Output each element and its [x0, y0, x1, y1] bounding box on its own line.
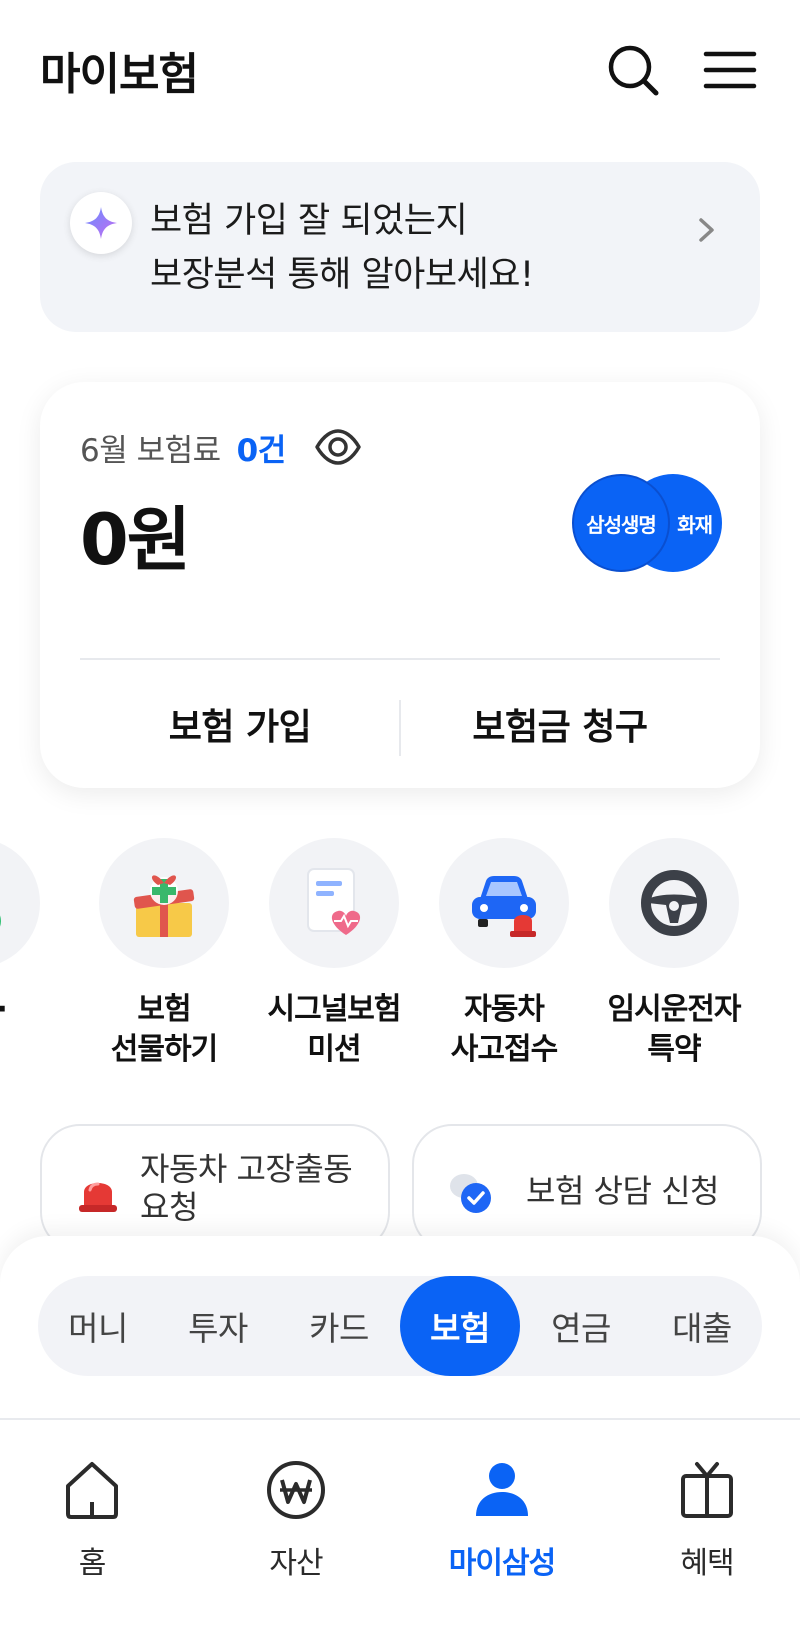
nav-label: 자산: [269, 1546, 323, 1581]
gift-box-icon: [99, 838, 229, 968]
category-sheet: 머니 투자 카드 보험 연금 대출: [0, 1236, 800, 1418]
tab-money[interactable]: 머니: [38, 1276, 158, 1376]
quick-menu-label: 자동차 사고접수: [450, 992, 558, 1067]
car-breakdown-request-button[interactable]: 자동차 고장출동 요청: [40, 1124, 390, 1252]
contract-count: 0건: [236, 432, 287, 469]
won-coin-icon: [267, 1461, 325, 1519]
sparkle-icon: [70, 192, 132, 254]
tab-card[interactable]: 카드: [279, 1276, 399, 1376]
eye-icon[interactable]: [314, 427, 362, 467]
premium-amount: 0원: [80, 499, 191, 581]
quick-menu-label: 이체·관리: [0, 990, 70, 1070]
person-icon: [476, 1463, 528, 1516]
nav-home[interactable]: 홈: [0, 1458, 192, 1588]
quick-menu: 이체·관리 보험선물하기 시그널보험미션 자동차사고접수 임시운전자특약: [0, 838, 800, 1078]
quick-menu-label: 보험 선물하기: [110, 992, 218, 1067]
insurer-logos: 화재 삼성생명: [572, 474, 722, 572]
car-siren-icon: [439, 838, 569, 968]
siren-icon: [79, 1182, 117, 1212]
nav-label: 홈: [78, 1546, 107, 1581]
nav-label: 마이삼성: [448, 1546, 556, 1581]
insurer-logo: 삼성생명: [572, 474, 670, 572]
nav-label: 혜택: [680, 1546, 734, 1581]
premium-label: 6월 보험료: [80, 432, 221, 469]
quick-menu-item[interactable]: 이체·관리: [0, 838, 60, 1078]
bottom-nav: 홈 자산 마이삼성 혜택: [0, 1418, 800, 1628]
app-header: 마이보험: [0, 0, 800, 140]
banner-text: 보험 가입 잘 되었는지 보장분석 통해 알아보세요!: [150, 194, 534, 302]
quick-menu-label: 임시운전자 특약: [607, 992, 742, 1067]
shortcut-label: 보험 상담 신청: [526, 1172, 719, 1210]
nav-assets[interactable]: 자산: [196, 1458, 396, 1588]
nav-benefits[interactable]: 혜택: [607, 1458, 800, 1588]
shortcut-label: 자동차 고장출동 요청: [140, 1150, 353, 1226]
tab-insurance[interactable]: 보험: [400, 1276, 520, 1376]
banner-line-1: 보험 가입 잘 되었는지: [150, 201, 468, 241]
chevron-right-icon: [699, 218, 714, 242]
insurance-consult-button[interactable]: 보험 상담 신청: [412, 1124, 762, 1252]
transfer-manage-icon: [0, 838, 40, 968]
quick-menu-item[interactable]: 자동차 사고접수: [419, 838, 589, 1078]
tab-pension[interactable]: 연금: [521, 1276, 641, 1376]
insurance-signup-button[interactable]: 보험 가입: [80, 660, 400, 788]
nav-my-samsung[interactable]: 마이삼성: [402, 1458, 602, 1588]
page-title: 마이보험: [40, 49, 199, 100]
gift-icon: [681, 1462, 733, 1518]
search-icon[interactable]: [604, 40, 664, 100]
coverage-analysis-banner[interactable]: 보험 가입 잘 되었는지 보장분석 통해 알아보세요!: [40, 162, 760, 332]
premium-row: 6월 보험료 0건: [80, 424, 362, 470]
quick-menu-item[interactable]: 보험 선물하기: [79, 838, 249, 1078]
category-tabs: 머니 투자 카드 보험 연금 대출: [38, 1276, 762, 1376]
steering-wheel-icon: [609, 838, 739, 968]
tab-invest[interactable]: 투자: [158, 1276, 278, 1376]
premium-summary-card: 6월 보험료 0건 0원 화재 삼성생명 보험 가입 보험금 청구: [40, 382, 760, 788]
quick-menu-item[interactable]: 시그널보험 미션: [249, 838, 419, 1078]
banner-line-2: 보장분석 통해 알아보세요!: [150, 255, 534, 295]
quick-menu-item[interactable]: 임시운전자 특약: [589, 838, 759, 1078]
heart-document-icon: [269, 838, 399, 968]
chat-check-icon: [450, 1174, 491, 1213]
claim-button[interactable]: 보험금 청구: [400, 660, 720, 788]
hamburger-menu-icon[interactable]: [700, 40, 760, 100]
tab-loan[interactable]: 대출: [642, 1276, 762, 1376]
home-icon: [66, 1462, 118, 1519]
quick-menu-label: 시그널보험 미션: [267, 992, 402, 1067]
